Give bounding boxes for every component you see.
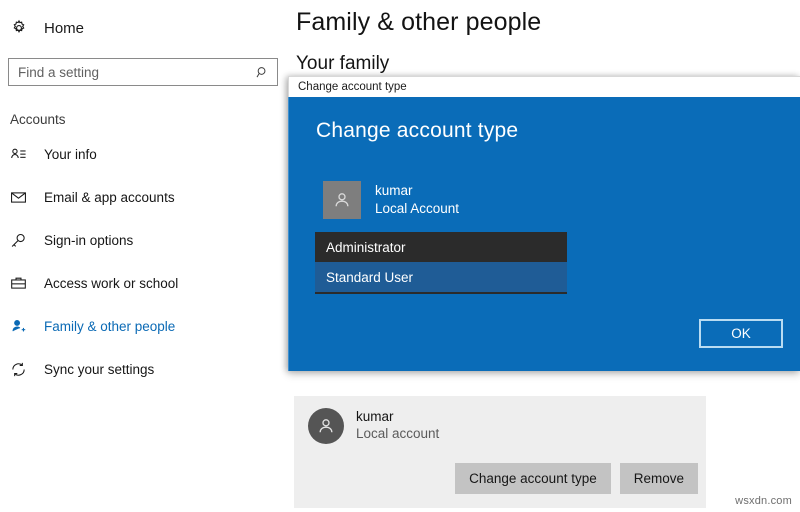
dialog-heading: Change account type bbox=[316, 119, 518, 143]
person-add-icon bbox=[10, 318, 40, 335]
dialog-user-name: kumar bbox=[375, 182, 459, 200]
person-avatar-icon bbox=[323, 181, 361, 219]
user-info-icon bbox=[10, 146, 40, 163]
user-card-actions: Change account type Remove bbox=[455, 463, 698, 494]
account-type-dropdown-list[interactable]: Administrator Standard User bbox=[315, 232, 567, 294]
section-title-your-family: Your family bbox=[296, 53, 800, 75]
watermark: wsxdn.com bbox=[735, 495, 792, 507]
user-account-card: kumar Local account Change account type … bbox=[294, 396, 706, 508]
dialog-titlebar[interactable]: Change account type bbox=[288, 76, 800, 97]
sidebar-item-label: Sign-in options bbox=[44, 233, 133, 248]
search-icon[interactable] bbox=[254, 64, 270, 80]
search-box[interactable] bbox=[8, 58, 278, 86]
change-account-type-button[interactable]: Change account type bbox=[455, 463, 611, 494]
remove-account-button[interactable]: Remove bbox=[620, 463, 698, 494]
sidebar-section-header: Accounts bbox=[0, 112, 290, 127]
ok-button[interactable]: OK bbox=[699, 319, 783, 348]
sidebar-item-sign-in-options[interactable]: Sign-in options bbox=[0, 219, 290, 262]
sidebar: Home Accounts Your bbox=[0, 0, 290, 512]
sidebar-item-home[interactable]: Home bbox=[0, 8, 290, 48]
envelope-icon bbox=[10, 189, 40, 206]
page-title: Family & other people bbox=[296, 8, 800, 37]
user-account-name: kumar bbox=[356, 409, 439, 426]
sidebar-item-access-work-or-school[interactable]: Access work or school bbox=[0, 262, 290, 305]
sidebar-item-label: Email & app accounts bbox=[44, 190, 175, 205]
dialog-user-row: kumar Local Account bbox=[323, 181, 459, 219]
briefcase-icon bbox=[10, 275, 40, 292]
settings-window: Home Accounts Your bbox=[0, 0, 800, 512]
sidebar-item-label: Access work or school bbox=[44, 276, 178, 291]
dialog-user-text: kumar Local Account bbox=[375, 182, 459, 217]
person-avatar-icon bbox=[308, 408, 344, 444]
search-input[interactable] bbox=[9, 59, 277, 85]
account-type-option-standard-user[interactable]: Standard User bbox=[315, 262, 567, 292]
sidebar-item-email-app-accounts[interactable]: Email & app accounts bbox=[0, 176, 290, 219]
key-icon bbox=[10, 232, 40, 249]
dialog-titlebar-text: Change account type bbox=[298, 81, 407, 93]
sync-icon bbox=[10, 361, 40, 378]
sidebar-item-label: Family & other people bbox=[44, 319, 175, 334]
sidebar-item-your-info[interactable]: Your info bbox=[0, 133, 290, 176]
user-account-text: kumar Local account bbox=[356, 409, 439, 443]
user-account-row: kumar Local account bbox=[294, 396, 706, 444]
sidebar-item-sync-your-settings[interactable]: Sync your settings bbox=[0, 348, 290, 391]
dialog-body: Change account type kumar Local Account … bbox=[288, 97, 800, 371]
dialog-user-account-type: Local Account bbox=[375, 200, 459, 218]
sidebar-item-label: Your info bbox=[44, 147, 97, 162]
gear-icon bbox=[10, 19, 40, 37]
account-type-option-administrator[interactable]: Administrator bbox=[315, 232, 567, 262]
sidebar-item-label: Sync your settings bbox=[44, 362, 154, 377]
user-account-type: Local account bbox=[356, 426, 439, 443]
sidebar-home-label: Home bbox=[44, 20, 84, 37]
sidebar-item-family-other-people[interactable]: Family & other people bbox=[0, 305, 290, 348]
change-account-type-dialog: Change account type Change account type … bbox=[288, 76, 800, 371]
